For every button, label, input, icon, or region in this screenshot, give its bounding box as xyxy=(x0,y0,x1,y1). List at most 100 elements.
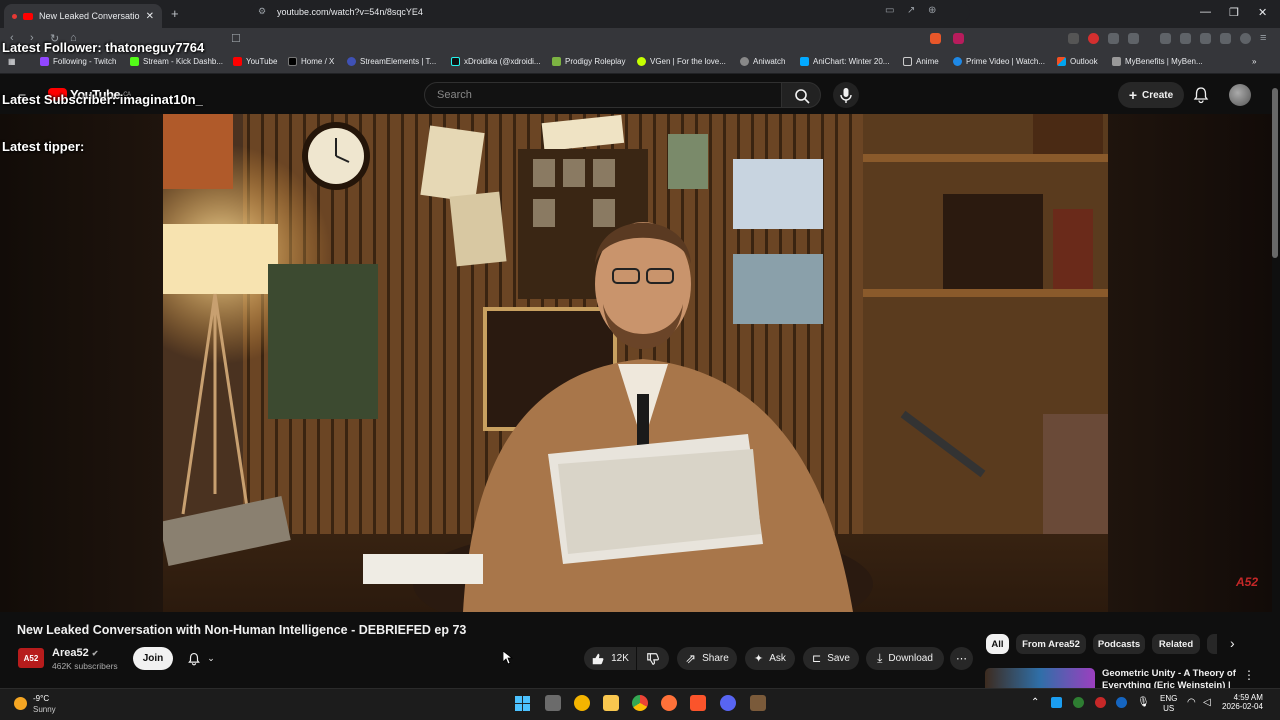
windows-start-icon[interactable] xyxy=(515,696,530,711)
channel-name[interactable]: Area52 ✔ xyxy=(52,647,98,659)
close-tab-icon[interactable]: ✕ xyxy=(146,11,154,22)
sidebar-icon[interactable] xyxy=(1180,33,1191,44)
share-page-icon[interactable]: ↗ xyxy=(907,5,915,16)
wallet-icon[interactable] xyxy=(1200,33,1211,44)
tray-app-2-icon[interactable] xyxy=(1073,697,1084,708)
media-control-icon[interactable] xyxy=(1160,33,1171,44)
save-button[interactable]: ⊏ Save xyxy=(803,647,859,670)
chrome-icon[interactable] xyxy=(632,695,648,711)
minimize-window-button[interactable]: — xyxy=(1200,6,1211,18)
firefox-icon[interactable] xyxy=(661,695,677,711)
chips-next-arrow-icon[interactable]: › xyxy=(1230,635,1235,651)
bookmark-label: Outlook xyxy=(1070,57,1098,66)
bookmark-page-icon[interactable]: ☐ xyxy=(231,32,241,45)
join-button[interactable]: Join xyxy=(133,647,173,670)
channel-avatar[interactable]: A52 xyxy=(18,648,44,668)
anichart-icon xyxy=(800,57,809,66)
bookmark-mybenefits[interactable]: MyBenefits | MyBen... xyxy=(1112,57,1203,66)
profile-icon[interactable] xyxy=(1240,33,1251,44)
video-title: New Leaked Conversation with Non-Human I… xyxy=(17,623,467,637)
task-view-icon[interactable] xyxy=(545,695,561,711)
obs-app-icon[interactable] xyxy=(750,695,766,711)
video-player[interactable] xyxy=(163,114,1108,612)
tray-app-1-icon[interactable] xyxy=(1051,697,1062,708)
language-code: ENG xyxy=(1160,694,1178,703)
chip-partial[interactable] xyxy=(1207,634,1217,654)
brave-rewards-icon[interactable] xyxy=(953,33,964,44)
maximize-window-button[interactable]: ❐ xyxy=(1229,6,1239,19)
create-button[interactable]: + Create xyxy=(1118,82,1184,108)
weather-sun-icon[interactable] xyxy=(14,697,27,710)
tray-overflow-icon[interactable]: ⌃ xyxy=(1031,697,1039,708)
dislike-button[interactable] xyxy=(637,647,669,670)
site-info-icon[interactable]: ⚙ xyxy=(258,6,266,17)
extension-1-icon[interactable] xyxy=(1068,33,1079,44)
browser-tab-active[interactable]: New Leaked Conversation wi ✕ xyxy=(4,4,162,28)
chip-related[interactable]: Related xyxy=(1152,634,1200,654)
more-actions-button[interactable]: ⋯ xyxy=(950,647,973,670)
bookmark-outlook[interactable]: Outlook xyxy=(1057,57,1098,66)
ask-button[interactable]: ✦ Ask xyxy=(745,647,795,670)
bookmark-kick[interactable]: Stream - Kick Dashb... xyxy=(130,57,223,66)
chip-all[interactable]: All xyxy=(986,634,1009,654)
bookmark-prime-video[interactable]: Prime Video | Watch... xyxy=(953,57,1045,66)
language-indicator[interactable]: ENG US xyxy=(1160,694,1177,714)
weather-condition[interactable]: Sunny xyxy=(33,705,56,714)
zoom-icon[interactable]: ⊕ xyxy=(928,5,936,16)
search-input[interactable]: Search xyxy=(424,82,782,108)
related-more-icon[interactable]: ⋮ xyxy=(1243,668,1255,682)
microphone-tray-icon[interactable]: 🎙 xyxy=(1137,697,1150,708)
clock-time: 4:59 AM xyxy=(1233,693,1263,702)
weather-temperature[interactable]: -9°C xyxy=(33,694,49,703)
chip-from-area52[interactable]: From Area52 xyxy=(1016,634,1086,654)
bluetooth-icon[interactable] xyxy=(1116,697,1127,708)
system-clock[interactable]: 4:59 AM 2026-02-04 xyxy=(1222,693,1263,711)
bookmark-youtube[interactable]: YouTube xyxy=(233,57,277,66)
bookmark-twitch[interactable]: Following - Twitch xyxy=(40,57,116,66)
bookmark-aniwatch[interactable]: Aniwatch xyxy=(740,57,785,66)
notifications-button[interactable] xyxy=(1192,86,1210,104)
close-window-button[interactable]: ✕ xyxy=(1258,6,1267,19)
related-video-item[interactable]: Geometric Unity - A Theory of Everything… xyxy=(985,668,1265,688)
page-scrollbar[interactable] xyxy=(1272,88,1278,258)
more-bookmarks-icon[interactable]: » xyxy=(1252,57,1256,66)
bookmark-x[interactable]: Home / X xyxy=(288,57,334,66)
search-button[interactable] xyxy=(781,82,821,108)
tray-app-3-icon[interactable] xyxy=(1095,697,1106,708)
bookmark-streamelements[interactable]: StreamElements | T... xyxy=(347,57,436,66)
voice-search-button[interactable] xyxy=(833,82,859,108)
new-tab-button[interactable]: + xyxy=(171,6,179,21)
theater-background-right xyxy=(1108,114,1272,612)
brave-shield-icon[interactable] xyxy=(930,33,941,44)
widgets-icon[interactable] xyxy=(574,695,590,711)
apps-grid-icon[interactable]: ▦ xyxy=(8,57,16,66)
extension-3-icon[interactable] xyxy=(1128,33,1139,44)
mouse-cursor-icon xyxy=(503,651,513,665)
video-watermark[interactable]: A52 xyxy=(1236,575,1258,589)
bookmark-label: YouTube xyxy=(246,57,278,66)
vpn-icon[interactable] xyxy=(1220,33,1231,44)
share-button[interactable]: ⇗ Share xyxy=(677,647,737,670)
prodigy-icon xyxy=(552,57,561,66)
file-explorer-icon[interactable] xyxy=(603,695,619,711)
wifi-icon[interactable]: ◠ xyxy=(1187,697,1196,708)
like-button[interactable]: 12K xyxy=(584,647,636,670)
download-button[interactable]: ⤓ Download xyxy=(866,647,944,670)
bookmark-prodigy[interactable]: Prodigy Roleplay xyxy=(552,57,625,66)
bookmark-folder-anime[interactable]: Anime xyxy=(903,57,939,66)
account-avatar[interactable] xyxy=(1229,84,1251,106)
cast-icon[interactable]: ▭ xyxy=(885,5,894,16)
extensions-puzzle-icon[interactable] xyxy=(1108,33,1119,44)
bookmark-tiktok[interactable]: xDroidika (@xdroidi... xyxy=(451,57,541,66)
extension-2-icon[interactable] xyxy=(1088,33,1099,44)
chip-podcasts[interactable]: Podcasts xyxy=(1093,634,1145,654)
related-video-thumbnail[interactable] xyxy=(985,668,1095,688)
browser-menu-icon[interactable]: ≡ xyxy=(1260,32,1266,44)
volume-icon[interactable]: ◁ xyxy=(1203,697,1211,708)
brave-browser-icon[interactable] xyxy=(690,695,706,711)
bookmark-anichart[interactable]: AniChart: Winter 20... xyxy=(800,57,889,66)
address-bar[interactable]: ⚙ youtube.com/watch?v=54n/8sqcYE4 ▭ ↗ ⊕ xyxy=(250,2,970,22)
bookmark-vgen[interactable]: VGen | For the love... xyxy=(637,57,726,66)
discord-icon[interactable] xyxy=(720,695,736,711)
subscription-notifications-button[interactable]: ⌄ xyxy=(178,647,224,670)
